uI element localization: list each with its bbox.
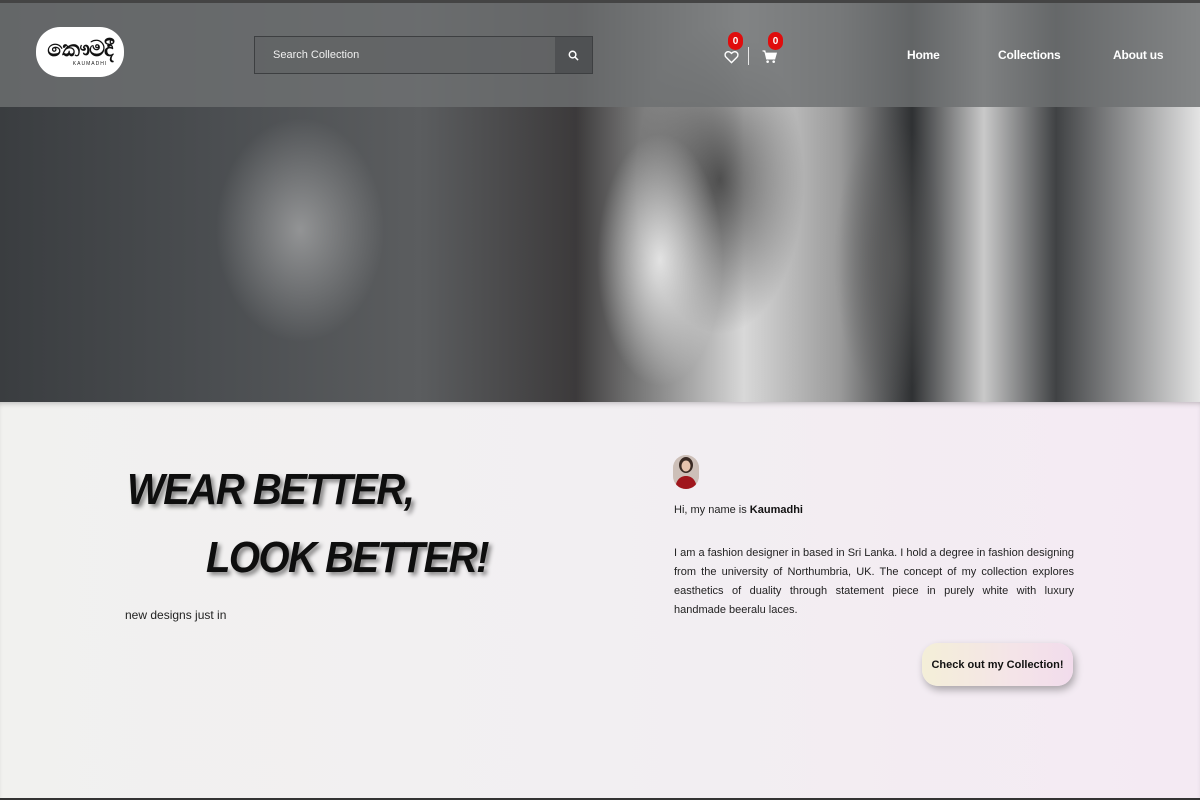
wishlist-count-badge: 0 (728, 32, 743, 50)
headline-subtext: new designs just in (125, 608, 227, 622)
cart-count-badge: 0 (768, 32, 783, 50)
headline-line-1: WEAR BETTER, (127, 466, 415, 514)
cart-icon (762, 50, 777, 63)
search-icon (568, 50, 579, 61)
logo-script-text: කෞමදී (47, 35, 114, 62)
search-input[interactable] (255, 37, 555, 73)
search-bar (254, 36, 593, 74)
check-collection-button[interactable]: Check out my Collection! (922, 643, 1073, 686)
navbar: කෞමදී KAUMADHI 0 0 Home Collections Abou… (0, 3, 1200, 107)
logo-subtext: KAUMADHI (72, 60, 108, 67)
avatar-portrait (673, 455, 699, 489)
brand-logo[interactable]: කෞමදී KAUMADHI (36, 27, 124, 77)
top-border (0, 0, 1200, 3)
intro-prefix: Hi, my name is (674, 504, 750, 516)
nav-home[interactable]: Home (907, 48, 940, 62)
designer-avatar (673, 455, 699, 489)
nav-collections[interactable]: Collections (998, 48, 1061, 62)
designer-name: Kaumadhi (749, 504, 803, 516)
cart-button[interactable] (759, 47, 779, 67)
nav-about-us[interactable]: About us (1113, 48, 1164, 62)
content-section: WEAR BETTER, LOOK BETTER! new designs ju… (0, 402, 1200, 800)
icon-divider (748, 47, 749, 65)
headline-line-2: LOOK BETTER! (206, 534, 489, 582)
heart-icon (723, 51, 739, 64)
search-button[interactable] (555, 37, 592, 73)
intro-text: Hi, my name is Kaumadhi (674, 504, 803, 516)
wishlist-button[interactable] (721, 47, 741, 67)
designer-bio: I am a fashion designer in based in Sri … (674, 547, 1074, 616)
